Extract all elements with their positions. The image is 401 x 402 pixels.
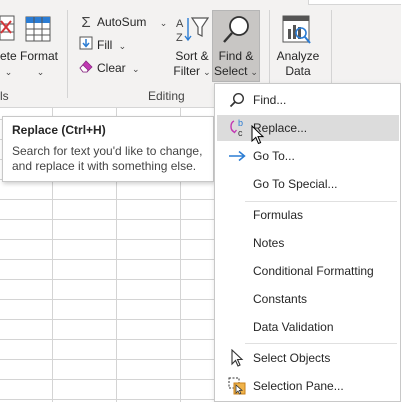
arrow-right-icon (227, 143, 247, 169)
magnifier-icon (222, 14, 252, 49)
menu-item-label: Constants (253, 292, 308, 306)
autosum-label: AutoSum (97, 15, 147, 29)
fill-down-icon (78, 36, 94, 56)
menu-item-formulas[interactable]: Formulas (217, 202, 399, 228)
menu-item-label: Formulas (253, 208, 304, 222)
analyze-data-icon (281, 14, 313, 46)
chevron-down-icon: ⌄ (159, 18, 168, 28)
autosum-button[interactable]: Σ AutoSum ⌄ (78, 12, 167, 32)
find-select-menu: Find... b c Replace... Go To... Go To Sp… (214, 83, 401, 402)
group-separator (67, 10, 68, 98)
sort-filter-icon: A Z (175, 14, 210, 46)
find-select-labels: Find & Select ⌄ (213, 49, 259, 80)
menu-item-label: Find... (253, 93, 287, 107)
svg-text:Z: Z (176, 32, 183, 44)
delete-label: ete (0, 49, 17, 63)
svg-text:b: b (238, 118, 243, 128)
clear-button[interactable]: Clear ⌄ (78, 58, 140, 78)
replace-tooltip: Replace (Ctrl+H) Search for text you'd l… (2, 116, 214, 182)
editing-group-label: Editing (148, 89, 185, 103)
format-label: Format (19, 49, 58, 63)
delete-icon (0, 14, 16, 44)
analyze-label-1: Analyze (276, 49, 320, 63)
tooltip-description-1: Search for text you'd like to change, (12, 144, 203, 158)
menu-item-goto-special[interactable]: Go To Special... (217, 171, 399, 197)
menu-item-label: Notes (253, 236, 285, 250)
eraser-icon (78, 59, 94, 79)
chevron-down-icon: ⌄ (203, 67, 211, 77)
replace-icon: b c (227, 115, 247, 141)
menu-item-goto[interactable]: Go To... (217, 143, 399, 169)
fill-button[interactable]: Fill ⌄ (78, 35, 126, 55)
menu-item-label: Select Objects (253, 351, 331, 365)
find-select-button[interactable]: Find & Select ⌄ (212, 10, 260, 82)
pointer-icon (227, 345, 247, 371)
selection-pane-icon (227, 373, 247, 399)
mouse-cursor-icon (251, 124, 265, 148)
fill-label: Fill (97, 38, 113, 52)
menu-item-label: Go To Special... (253, 177, 338, 191)
menu-item-label: Data Validation (253, 320, 334, 334)
tooltip-title: Replace (Ctrl+H) (12, 123, 106, 137)
find-select-label-1: Find & (218, 49, 254, 63)
format-icon (22, 14, 56, 46)
menu-item-constants[interactable]: Constants (217, 286, 399, 312)
sort-filter-button[interactable]: Sort & Filter ⌄ (170, 49, 214, 80)
menu-divider (245, 343, 397, 344)
ribbon-tab-edge (308, 0, 401, 5)
find-select-label-2-wrap: Select ⌄ (213, 64, 259, 80)
sort-filter-label-1: Sort & (175, 49, 209, 63)
sigma-icon: Σ (81, 13, 91, 31)
menu-item-label: Conditional Formatting (253, 264, 374, 278)
cells-group-label: ls (0, 89, 9, 103)
search-icon (227, 87, 247, 113)
tooltip-description-2: and replace it with something else. (12, 159, 197, 173)
format-button[interactable]: Format ⌄ (16, 49, 62, 80)
delete-button[interactable]: ete ⌄ (0, 49, 17, 80)
menu-item-selection-pane[interactable]: Selection Pane... (217, 373, 399, 399)
menu-item-conditional-formatting[interactable]: Conditional Formatting (217, 258, 399, 284)
find-select-label-2: Select (214, 64, 248, 78)
menu-item-notes[interactable]: Notes (217, 230, 399, 256)
menu-item-replace[interactable]: b c Replace... (217, 115, 399, 141)
sort-filter-label-2: Filter (173, 64, 201, 78)
menu-item-label: Selection Pane... (253, 379, 344, 393)
menu-item-find[interactable]: Find... (217, 87, 399, 113)
sort-filter-label-2-wrap: Filter ⌄ (170, 64, 214, 80)
chevron-down-icon: ⌄ (132, 64, 140, 74)
analyze-label-2: Data (285, 64, 311, 78)
svg-text:c: c (238, 128, 243, 138)
chevron-down-icon: ⌄ (36, 67, 45, 77)
svg-text:A: A (176, 18, 184, 30)
menu-item-select-objects[interactable]: Select Objects (217, 345, 399, 371)
chevron-down-icon: ⌄ (118, 41, 127, 51)
clear-label: Clear (97, 61, 126, 75)
chevron-down-icon: ⌄ (250, 67, 258, 77)
menu-item-data-validation[interactable]: Data Validation (217, 314, 399, 340)
chevron-down-icon: ⌄ (4, 67, 13, 77)
analyze-data-button[interactable]: Analyze Data (274, 49, 322, 79)
